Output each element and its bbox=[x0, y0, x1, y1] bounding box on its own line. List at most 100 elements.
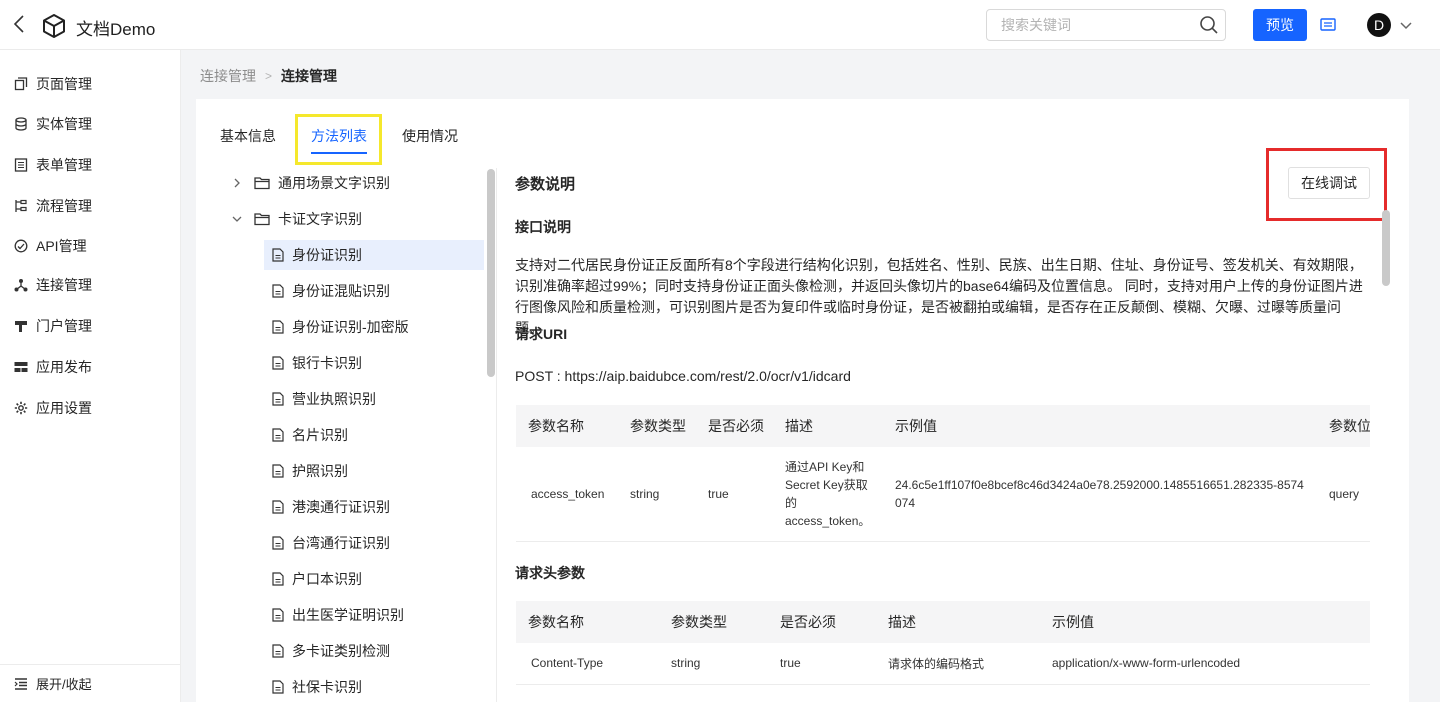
request-headers-heading: 请求头参数 bbox=[515, 565, 585, 581]
table-cell: 24.6c5e1ff107f0e8bcef8c46d3424a0e78.2592… bbox=[883, 447, 1317, 542]
document-icon bbox=[272, 356, 284, 370]
column-header: 描述 bbox=[773, 405, 883, 447]
tree-item-label: 港澳通行证识别 bbox=[292, 499, 390, 515]
request-uri: POST : https://aip.baidubce.com/rest/2.0… bbox=[515, 368, 851, 384]
avatar[interactable]: D bbox=[1367, 13, 1391, 37]
tree-item[interactable]: 港澳通行证识别 bbox=[272, 492, 390, 522]
table-cell: true bbox=[768, 643, 876, 685]
tree-folder-general-ocr[interactable]: 通用场景文字识别 bbox=[230, 168, 390, 198]
sidebar-item-entities[interactable]: 实体管理 bbox=[0, 106, 180, 142]
tree-item[interactable]: 身份证混贴识别 bbox=[272, 276, 390, 306]
sidebar-item-portal[interactable]: 门户管理 bbox=[0, 308, 180, 344]
table-cell: string bbox=[618, 447, 696, 542]
app-title: 文档Demo bbox=[76, 20, 156, 39]
sidebar-item-label: 门户管理 bbox=[36, 318, 92, 334]
document-icon bbox=[272, 572, 284, 586]
column-header: 是否必须 bbox=[768, 601, 876, 643]
tree-folder-label: 卡证文字识别 bbox=[278, 211, 362, 227]
description-line: 识别准确率超过99%；同时支持身份证正面头像检测，并返回头像切片的base64编… bbox=[515, 278, 1363, 294]
sidebar-collapse-toggle[interactable]: 展开/收起 bbox=[0, 664, 180, 702]
tree-item-label: 身份证识别 bbox=[292, 247, 362, 263]
table-cell: access_token bbox=[516, 447, 618, 542]
column-header: 参数位 bbox=[1317, 405, 1370, 447]
interface-heading: 接口说明 bbox=[515, 219, 571, 235]
sidebar: 页面管理 实体管理 表单管理 流程管理 API管理 连接管理 门户管理 应用发布… bbox=[0, 50, 181, 702]
tree-item-label: 护照识别 bbox=[292, 463, 348, 479]
search-box bbox=[986, 9, 1226, 41]
column-header: 参数类型 bbox=[618, 405, 696, 447]
sidebar-item-publish[interactable]: 应用发布 bbox=[0, 349, 180, 385]
menu-collapse-icon bbox=[14, 677, 27, 690]
sidebar-item-label: 表单管理 bbox=[36, 157, 92, 173]
sidebar-item-label: 应用设置 bbox=[36, 400, 92, 416]
tree-item[interactable]: 护照识别 bbox=[272, 456, 348, 486]
column-header: 示例值 bbox=[883, 405, 1317, 447]
table-header-row: 参数名称 参数类型 是否必须 描述 示例值 参数位 bbox=[516, 405, 1370, 447]
tree-item[interactable]: 身份证识别-加密版 bbox=[272, 312, 409, 342]
sidebar-item-settings[interactable]: 应用设置 bbox=[0, 390, 180, 426]
top-bar: 文档Demo 预览 D bbox=[0, 0, 1440, 50]
cube-logo-icon bbox=[43, 14, 65, 38]
document-icon bbox=[272, 392, 284, 406]
back-icon[interactable] bbox=[8, 12, 32, 36]
tree-item[interactable]: 户口本识别 bbox=[272, 564, 362, 594]
tab-usage[interactable]: 使用情况 bbox=[402, 126, 458, 146]
search-input[interactable] bbox=[987, 10, 1187, 40]
tree-item-label: 营业执照识别 bbox=[292, 391, 376, 407]
uri-heading: 请求URI bbox=[515, 326, 568, 342]
tree-item-label: 出生医学证明识别 bbox=[292, 607, 404, 623]
document-icon bbox=[272, 428, 284, 442]
tree-item-label: 身份证识别-加密版 bbox=[292, 319, 409, 335]
table-cell: true bbox=[696, 447, 773, 542]
sidebar-item-label: 连接管理 bbox=[36, 277, 92, 293]
folder-icon bbox=[254, 177, 270, 190]
tree-item[interactable]: 多卡证类别检测 bbox=[272, 636, 390, 666]
description-line: 行图像风险和质量检测，可识别图片是否为复印件或临时身份证，是否被翻拍或编辑，是否… bbox=[515, 299, 1341, 336]
sidebar-item-label: 应用发布 bbox=[36, 359, 92, 375]
table-cell: string bbox=[659, 643, 768, 685]
tree-item[interactable]: 营业执照识别 bbox=[272, 384, 376, 414]
tree-item[interactable]: 社保卡识别 bbox=[272, 672, 362, 702]
params-table: 参数名称 参数类型 是否必须 描述 示例值 参数位 access_token s… bbox=[516, 405, 1370, 542]
doc-scrollbar[interactable] bbox=[1382, 210, 1390, 286]
folder-open-icon bbox=[254, 213, 270, 226]
breadcrumb-parent[interactable]: 连接管理 bbox=[200, 66, 256, 86]
document-icon bbox=[272, 248, 284, 262]
sidebar-item-forms[interactable]: 表单管理 bbox=[0, 147, 180, 183]
table-cell: 通过API Key和Secret Key获取的access_token。 bbox=[773, 447, 883, 542]
preview-button[interactable]: 预览 bbox=[1253, 9, 1307, 41]
chevron-right-icon[interactable] bbox=[230, 176, 244, 190]
tab-basic-info[interactable]: 基本信息 bbox=[220, 126, 276, 146]
tree-item[interactable]: 名片识别 bbox=[272, 420, 348, 450]
tree-item[interactable]: 银行卡识别 bbox=[272, 348, 362, 378]
chevron-down-icon[interactable] bbox=[230, 212, 244, 226]
description-line: 支持对二代居民身份证正反面所有8个字段进行结构化识别，包括姓名、性别、民族、出生… bbox=[515, 257, 1363, 273]
table-cell: 请求体的编码格式 bbox=[876, 643, 1040, 685]
chevron-down-icon[interactable] bbox=[1398, 17, 1414, 33]
database-icon bbox=[15, 117, 27, 131]
sidebar-item-pages[interactable]: 页面管理 bbox=[0, 66, 180, 102]
table-row: access_token string true 通过API Key和Secre… bbox=[516, 447, 1370, 542]
headers-table: 参数名称 参数类型 是否必须 描述 示例值 Content-Type strin… bbox=[516, 601, 1370, 685]
interface-description: 支持对二代居民身份证正反面所有8个字段进行结构化识别，包括姓名、性别、民族、出生… bbox=[515, 255, 1368, 339]
tree-item-label: 多卡证类别检测 bbox=[292, 643, 390, 659]
sidebar-item-flows[interactable]: 流程管理 bbox=[0, 188, 180, 224]
tree-folder-card-ocr[interactable]: 卡证文字识别 bbox=[230, 204, 362, 234]
column-header: 参数名称 bbox=[516, 601, 659, 643]
search-icon[interactable] bbox=[1199, 15, 1219, 35]
tree-item[interactable]: 出生医学证明识别 bbox=[272, 600, 404, 630]
sidebar-item-api[interactable]: API管理 bbox=[0, 228, 180, 264]
document-icon bbox=[272, 536, 284, 550]
message-icon[interactable] bbox=[1318, 15, 1338, 35]
tree-item[interactable]: 台湾通行证识别 bbox=[272, 528, 390, 558]
red-highlight-box bbox=[1266, 148, 1387, 221]
sidebar-item-label: API管理 bbox=[36, 238, 87, 254]
sidebar-item-label: 实体管理 bbox=[36, 116, 92, 132]
breadcrumb: 连接管理 > 连接管理 bbox=[200, 66, 337, 86]
tree-item[interactable]: 身份证识别 bbox=[264, 240, 484, 270]
tree-scrollbar[interactable] bbox=[487, 169, 495, 377]
sidebar-item-connections[interactable]: 连接管理 bbox=[0, 267, 180, 303]
sidebar-item-label: 流程管理 bbox=[36, 198, 92, 214]
table-cell: query bbox=[1317, 447, 1370, 542]
document-icon bbox=[272, 644, 284, 658]
